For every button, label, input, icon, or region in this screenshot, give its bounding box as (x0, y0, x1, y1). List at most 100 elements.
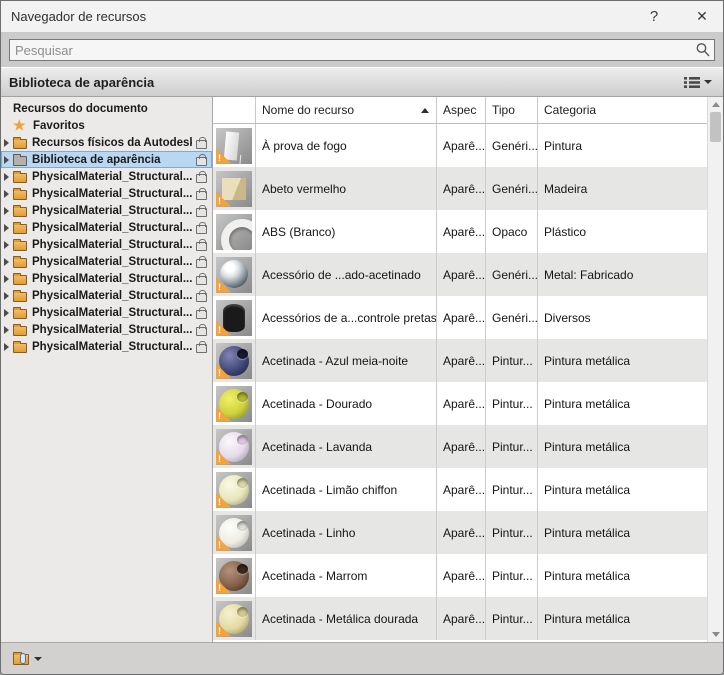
sidebar-item-label: PhysicalMaterial_Structural... (32, 221, 192, 234)
legacy-warning-icon (216, 578, 231, 594)
aspect-cell: Aparê... (437, 124, 486, 167)
table-row[interactable]: ABS (Branco) Aparê... Opaco Plástico (213, 210, 707, 253)
expander-icon[interactable] (4, 207, 13, 215)
expander-icon[interactable] (4, 224, 13, 232)
close-button[interactable]: ✕ (687, 8, 717, 25)
table-row[interactable]: Acetinada - Dourado Aparê... Pintur... P… (213, 382, 707, 425)
material-thumbnail (216, 342, 252, 379)
sidebar-item-label: Favoritos (33, 119, 85, 132)
category-cell: Pintura metálica (544, 396, 631, 411)
type-cell: Genéri... (486, 167, 538, 210)
expander-icon[interactable] (4, 139, 13, 147)
aspect-cell: Aparê... (437, 296, 486, 339)
tree-item-icon (13, 221, 27, 234)
section-header: Biblioteca de aparência (1, 67, 723, 97)
sidebar-item[interactable]: PhysicalMaterial_Structural... (1, 219, 212, 236)
category-cell: Pintura metálica (544, 353, 631, 368)
thumbnail-cell (213, 554, 256, 597)
sidebar-item[interactable]: PhysicalMaterial_Structural... (1, 287, 212, 304)
sidebar-item[interactable]: Favoritos (1, 117, 212, 134)
table-row[interactable]: Abeto vermelho Aparê... Genéri... Madeir… (213, 167, 707, 210)
aspect-cell: Aparê... (437, 167, 486, 210)
sidebar-item-label: PhysicalMaterial_Structural... (32, 187, 192, 200)
resource-name-cell: À prova de fogo (256, 124, 437, 167)
scroll-down-button[interactable] (708, 627, 723, 642)
view-options-button[interactable] (681, 74, 715, 91)
tree-item-icon (13, 238, 27, 251)
expander-icon[interactable] (4, 173, 13, 181)
sidebar-item[interactable]: PhysicalMaterial_Structural... (1, 321, 212, 338)
column-header-thumbnail[interactable] (213, 97, 256, 123)
table-row[interactable]: Acetinada - Limão chiffon Aparê... Pintu… (213, 468, 707, 511)
table-row[interactable]: Acessórios de a...controle pretas Aparê.… (213, 296, 707, 339)
search-bar (1, 33, 723, 67)
column-header-name-label: Nome do recurso (262, 103, 355, 117)
expander-icon[interactable] (4, 309, 13, 317)
type-cell: Genéri... (486, 253, 538, 296)
legacy-warning-icon (216, 449, 231, 465)
resource-name-cell: ABS (Branco) (256, 210, 437, 253)
material-thumbnail (216, 600, 252, 637)
sidebar-item[interactable]: PhysicalMaterial_Structural... (1, 338, 212, 355)
expander-icon[interactable] (4, 190, 13, 198)
section-title: Biblioteca de aparência (9, 74, 155, 90)
table-row[interactable]: Acetinada - Marrom Aparê... Pintur... Pi… (213, 554, 707, 597)
expander-icon[interactable] (4, 156, 13, 164)
material-thumbnail (216, 256, 252, 293)
library-tree: Recursos do documento Favoritos Recursos… (1, 97, 213, 642)
sidebar-item[interactable]: PhysicalMaterial_Structural... (1, 185, 212, 202)
sidebar-item[interactable]: Recursos do documento (1, 100, 212, 117)
sidebar-item[interactable]: PhysicalMaterial_Structural... (1, 202, 212, 219)
expander-icon[interactable] (4, 241, 13, 249)
sidebar-item[interactable]: Recursos físicos da Autodesk (1, 134, 212, 151)
column-header-aspect[interactable]: Aspec (437, 97, 486, 123)
expander-icon[interactable] (4, 326, 13, 334)
column-header-category[interactable]: Categoria (538, 97, 707, 123)
type-cell: Pintur... (486, 597, 538, 640)
search-input[interactable] (9, 39, 715, 61)
expander-icon[interactable] (4, 292, 13, 300)
help-button[interactable]: ? (639, 8, 669, 25)
sidebar-item[interactable]: PhysicalMaterial_Structural... (1, 168, 212, 185)
category-cell: Pintura metálica (544, 611, 631, 626)
lock-icon (196, 272, 207, 285)
sidebar-item-label: PhysicalMaterial_Structural... (32, 323, 192, 336)
column-header-type[interactable]: Tipo (486, 97, 538, 123)
tree-item-icon (13, 272, 27, 285)
table-row[interactable]: Acetinada - Metálica dourada Aparê... Pi… (213, 597, 707, 640)
sidebar-item[interactable]: PhysicalMaterial_Structural... (1, 304, 212, 321)
table-row[interactable]: À prova de fogo Aparê... Genéri... Pintu… (213, 124, 707, 167)
sidebar-item[interactable]: PhysicalMaterial_Structural... (1, 270, 212, 287)
category-cell: Plástico (544, 224, 587, 239)
scroll-up-button[interactable] (708, 97, 723, 112)
expander-icon[interactable] (4, 258, 13, 266)
table-row[interactable]: Acetinada - Azul meia-noite Aparê... Pin… (213, 339, 707, 382)
resource-name-cell: Acetinada - Azul meia-noite (256, 339, 437, 382)
lock-icon (196, 187, 207, 200)
folder-icon (13, 652, 29, 665)
sidebar-item-label: PhysicalMaterial_Structural... (32, 255, 192, 268)
scrollbar-thumb[interactable] (710, 112, 721, 142)
lock-icon (196, 221, 207, 234)
table-row[interactable]: Acetinada - Lavanda Aparê... Pintur... P… (213, 425, 707, 468)
category-cell: Diversos (544, 310, 591, 325)
sidebar-item-label: Recursos físicos da Autodesk (32, 136, 192, 149)
table-row[interactable]: Acessório de ...ado-acetinado Aparê... G… (213, 253, 707, 296)
aspect-cell: Aparê... (437, 210, 486, 253)
material-thumbnail (216, 299, 252, 336)
vertical-scrollbar[interactable] (707, 97, 723, 642)
manage-library-button[interactable] (9, 649, 46, 668)
material-thumbnail (216, 557, 252, 594)
expander-icon[interactable] (4, 343, 13, 351)
column-header-name[interactable]: Nome do recurso (256, 97, 437, 123)
sidebar-item-label: PhysicalMaterial_Structural... (32, 289, 192, 302)
sidebar-item[interactable]: Biblioteca de aparência (1, 151, 212, 168)
legacy-warning-icon (216, 535, 231, 551)
table-row[interactable]: Acetinada - Linho Aparê... Pintur... Pin… (213, 511, 707, 554)
sidebar-item[interactable]: PhysicalMaterial_Structural... (1, 253, 212, 270)
tree-item-icon (13, 340, 27, 353)
sidebar-item[interactable]: PhysicalMaterial_Structural... (1, 236, 212, 253)
expander-icon[interactable] (4, 275, 13, 283)
aspect-cell: Aparê... (437, 425, 486, 468)
category-cell: Pintura metálica (544, 568, 631, 583)
